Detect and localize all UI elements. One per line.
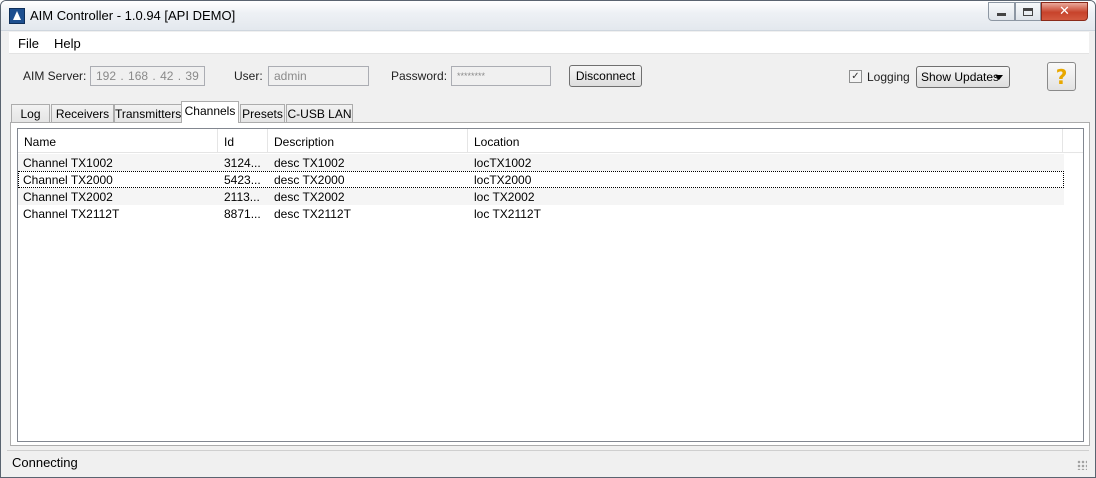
channels-list[interactable]: Name Id Description Location Channel TX1… bbox=[17, 128, 1084, 442]
table-row[interactable]: Channel TX2112T 8871... desc TX2112T loc… bbox=[18, 205, 1064, 222]
cell-id: 3124... bbox=[224, 156, 261, 170]
help-button[interactable]: ? bbox=[1047, 62, 1076, 91]
resize-grip-icon[interactable] bbox=[1077, 460, 1087, 470]
minimize-icon bbox=[997, 13, 1006, 16]
cell-description: desc TX1002 bbox=[274, 156, 345, 170]
tab-transmitters[interactable]: Transmitters bbox=[114, 104, 182, 123]
app-logo-icon bbox=[9, 8, 25, 24]
checkmark-icon: ✓ bbox=[851, 71, 860, 82]
user-label: User: bbox=[234, 69, 263, 83]
channels-tab-panel: Name Id Description Location Channel TX1… bbox=[10, 122, 1090, 446]
title-bar[interactable]: AIM Controller - 1.0.94 [API DEMO] ✕ bbox=[1, 1, 1095, 31]
menu-bar: File Help bbox=[9, 32, 1089, 54]
logging-checkbox[interactable]: ✓ bbox=[849, 70, 862, 83]
cell-description: desc TX2000 bbox=[274, 173, 345, 187]
column-header-description[interactable]: Description bbox=[268, 129, 468, 153]
cell-id: 8871... bbox=[224, 207, 261, 221]
user-field[interactable]: admin bbox=[268, 66, 369, 86]
server-label: AIM Server: bbox=[23, 69, 87, 83]
ip-octet: 192 bbox=[96, 69, 117, 83]
cell-name: Channel TX2002 bbox=[23, 190, 113, 204]
cell-name: Channel TX2000 bbox=[23, 173, 113, 187]
close-icon: ✕ bbox=[1059, 4, 1070, 19]
password-label: Password: bbox=[391, 69, 448, 83]
cell-location: locTX2000 bbox=[474, 173, 532, 187]
cell-description: desc TX2112T bbox=[274, 207, 351, 221]
cell-location: loc TX2112T bbox=[474, 207, 541, 221]
cell-location: locTX1002 bbox=[474, 156, 532, 170]
show-updates-dropdown[interactable]: Show Updates bbox=[916, 66, 1010, 88]
password-field[interactable]: ******** bbox=[451, 66, 551, 86]
tab-presets[interactable]: Presets bbox=[240, 104, 285, 123]
ip-octet: 39 bbox=[185, 69, 199, 83]
cell-name: Channel TX2112T bbox=[23, 207, 120, 221]
window-title: AIM Controller - 1.0.94 [API DEMO] bbox=[30, 8, 236, 23]
ip-octet: 168 bbox=[128, 69, 149, 83]
minimize-button[interactable] bbox=[988, 2, 1015, 21]
cell-name: Channel TX1002 bbox=[23, 156, 113, 170]
column-header-name[interactable]: Name bbox=[18, 129, 218, 153]
tab-channels[interactable]: Channels bbox=[181, 101, 239, 123]
maximize-button[interactable] bbox=[1015, 2, 1041, 21]
list-header: Name Id Description Location bbox=[18, 129, 1083, 153]
server-ip-field[interactable]: 192. 168. 42. 39 bbox=[90, 66, 205, 86]
cell-location: loc TX2002 bbox=[474, 190, 535, 204]
tab-c-usb-lan[interactable]: C-USB LAN bbox=[286, 104, 353, 123]
ip-separator: . bbox=[152, 69, 156, 83]
tab-receivers[interactable]: Receivers bbox=[51, 104, 114, 123]
cell-id: 5423... bbox=[224, 173, 261, 187]
table-row[interactable]: Channel TX2000 5423... desc TX2000 locTX… bbox=[18, 171, 1064, 188]
app-window: AIM Controller - 1.0.94 [API DEMO] ✕ Fil… bbox=[0, 0, 1096, 478]
cell-id: 2113... bbox=[224, 190, 260, 204]
maximize-icon bbox=[1023, 7, 1033, 16]
question-mark-icon: ? bbox=[1055, 64, 1068, 89]
status-bar: Connecting bbox=[7, 450, 1089, 472]
ip-octet: 42 bbox=[160, 69, 174, 83]
logging-label: Logging bbox=[867, 70, 910, 84]
show-updates-value: Show Updates bbox=[921, 70, 1000, 84]
cell-description: desc TX2002 bbox=[274, 190, 345, 204]
ip-separator: . bbox=[177, 69, 182, 83]
tab-log[interactable]: Log bbox=[11, 104, 50, 123]
chevron-down-icon bbox=[995, 75, 1003, 80]
column-header-id[interactable]: Id bbox=[218, 129, 268, 153]
menu-help[interactable]: Help bbox=[54, 36, 81, 51]
disconnect-button[interactable]: Disconnect bbox=[569, 65, 642, 87]
table-row[interactable]: Channel TX1002 3124... desc TX1002 locTX… bbox=[18, 154, 1064, 171]
status-text: Connecting bbox=[12, 455, 78, 470]
table-row[interactable]: Channel TX2002 2113... desc TX2002 loc T… bbox=[18, 188, 1064, 205]
column-header-location[interactable]: Location bbox=[468, 129, 1063, 153]
close-button[interactable]: ✕ bbox=[1041, 2, 1088, 21]
ip-separator: . bbox=[120, 69, 124, 83]
menu-file[interactable]: File bbox=[18, 36, 39, 51]
